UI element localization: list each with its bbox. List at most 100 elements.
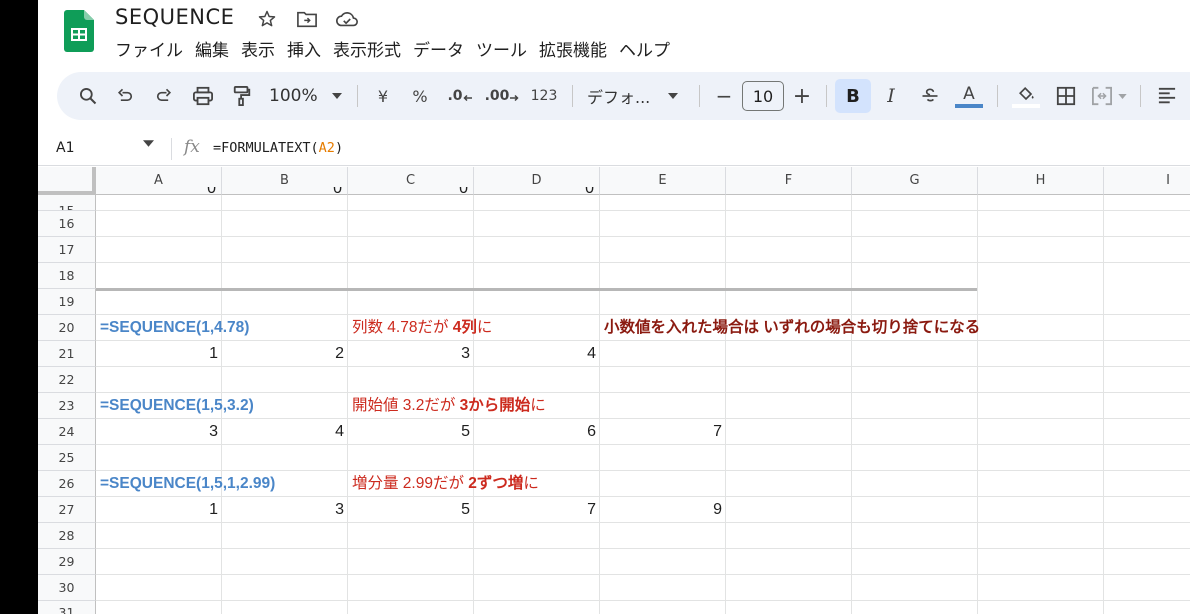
decrease-decimal-button[interactable]: .0 [440, 79, 480, 113]
note-text: に [523, 475, 539, 492]
row-header-25[interactable]: 25 [38, 445, 96, 471]
cell-c15[interactable]: 0 [348, 187, 468, 199]
cell-c27[interactable]: 5 [348, 499, 470, 521]
menu-view[interactable]: 表示 [241, 36, 285, 61]
row-header-16[interactable]: 16 [38, 211, 96, 237]
spreadsheet-grid[interactable]: A B C D E F G H I 15 16 17 18 19 20 21 2… [38, 167, 1190, 614]
increase-decimal-button[interactable]: .00 [480, 79, 524, 113]
row-header-31[interactable]: 31 [38, 601, 96, 614]
cell-c20[interactable]: 列数 4.78だが 4列に [352, 317, 492, 339]
row-header-30[interactable]: 30 [38, 575, 96, 601]
frozen-rows-divider[interactable] [96, 288, 977, 291]
cell-a23[interactable]: =SEQUENCE(1,5,3.2) [100, 395, 254, 417]
cell-c24[interactable]: 5 [348, 421, 470, 443]
menu-extensions[interactable]: 拡張機能 [539, 36, 617, 61]
cell-e24[interactable]: 7 [600, 421, 722, 443]
fill-color-icon[interactable] [1006, 79, 1046, 113]
column-header-i[interactable]: I [1104, 167, 1190, 195]
cell-c21[interactable]: 3 [348, 343, 470, 365]
chevron-down-icon[interactable] [143, 140, 154, 147]
document-title[interactable]: SEQUENCE [115, 5, 234, 29]
cell-a24[interactable]: 3 [96, 421, 218, 443]
cell-b27[interactable]: 3 [222, 499, 344, 521]
font-select[interactable]: デフォ... [581, 79, 691, 113]
cell-b21[interactable]: 2 [222, 343, 344, 365]
chevron-down-icon [1118, 93, 1127, 99]
row-header-21[interactable]: 21 [38, 341, 96, 367]
grid-line [96, 470, 1190, 471]
increase-font-size-button[interactable]: + [786, 79, 818, 113]
font-size-input[interactable]: 10 [742, 81, 784, 111]
cell-e27[interactable]: 9 [600, 499, 722, 521]
cell-d27[interactable]: 7 [474, 499, 596, 521]
search-icon[interactable] [71, 79, 105, 113]
text-color-letter: A [963, 83, 975, 104]
column-header-e[interactable]: E [600, 167, 726, 195]
paint-format-icon[interactable] [223, 79, 261, 113]
cell-d21[interactable]: 4 [474, 343, 596, 365]
cell-d15[interactable]: 0 [474, 187, 594, 199]
menu-insert[interactable]: 挿入 [287, 36, 331, 61]
align-left-icon[interactable] [1149, 79, 1185, 113]
row-header-27[interactable]: 27 [38, 497, 96, 523]
text-color-button[interactable]: A [949, 79, 989, 113]
row-header-20[interactable]: 20 [38, 315, 96, 341]
row-header-26[interactable]: 26 [38, 471, 96, 497]
star-icon[interactable] [254, 7, 280, 31]
cell-e20[interactable]: 小数値を入れた場合は いずれの場合も切り捨てになる [604, 317, 980, 339]
row-header-19[interactable]: 19 [38, 289, 96, 315]
row-header-29[interactable]: 29 [38, 549, 96, 575]
strikethrough-icon[interactable] [911, 79, 949, 113]
row-header-22[interactable]: 22 [38, 367, 96, 393]
cloud-status-icon[interactable] [334, 7, 360, 31]
cell-a21[interactable]: 1 [96, 343, 218, 365]
menu-format[interactable]: 表示形式 [333, 36, 411, 61]
cell-a27[interactable]: 1 [96, 499, 218, 521]
menu-edit[interactable]: 編集 [195, 36, 239, 61]
row-header-17[interactable]: 17 [38, 237, 96, 263]
row-header-23[interactable]: 23 [38, 393, 96, 419]
sheets-logo-icon[interactable] [64, 10, 94, 52]
menu-tools[interactable]: ツール [476, 36, 537, 61]
decrease-font-size-button[interactable]: − [708, 79, 740, 113]
italic-button[interactable]: I [871, 79, 911, 113]
cell-b15[interactable]: 0 [222, 187, 342, 199]
percent-button[interactable]: % [400, 79, 440, 113]
redo-icon[interactable] [145, 79, 183, 113]
cell-b24[interactable]: 4 [222, 421, 344, 443]
increase-decimal-label: .00 [484, 88, 510, 104]
column-header-f[interactable]: F [726, 167, 852, 195]
cell-c26[interactable]: 増分量 2.99だが 2ずつ増に [352, 473, 539, 495]
column-header-h[interactable]: H [978, 167, 1104, 195]
note-emphasis: 3から開始 [459, 397, 531, 414]
formula-input[interactable]: =FORMULATEXT(A2) [213, 140, 343, 156]
row-header-24[interactable]: 24 [38, 419, 96, 445]
grid-line [96, 574, 1190, 575]
menu-help[interactable]: ヘルプ [619, 36, 680, 61]
grid-line [977, 195, 978, 614]
borders-icon[interactable] [1046, 79, 1086, 113]
row-header-15[interactable]: 15 [38, 195, 96, 211]
bold-button[interactable]: B [835, 79, 871, 113]
menu-data[interactable]: データ [413, 36, 474, 61]
cell-c23[interactable]: 開始値 3.2だが 3から開始に [352, 395, 546, 417]
note-text: 開始値 3.2だが [352, 397, 460, 414]
currency-button[interactable]: ¥ [366, 79, 400, 113]
row-header-18[interactable]: 18 [38, 263, 96, 289]
row-header-28[interactable]: 28 [38, 523, 96, 549]
number-format-button[interactable]: 123 [524, 79, 564, 113]
select-all-corner[interactable] [38, 167, 96, 195]
undo-icon[interactable] [105, 79, 145, 113]
merge-cells-icon[interactable] [1086, 79, 1132, 113]
cell-a26[interactable]: =SEQUENCE(1,5,1,2.99) [100, 473, 275, 495]
cell-d24[interactable]: 6 [474, 421, 596, 443]
print-icon[interactable] [183, 79, 223, 113]
cell-a20[interactable]: =SEQUENCE(1,4.78) [100, 317, 249, 339]
column-header-g[interactable]: G [852, 167, 978, 195]
cell-a15[interactable]: 0 [96, 187, 216, 199]
menu-file[interactable]: ファイル [115, 36, 193, 61]
name-box[interactable]: A1 [56, 140, 74, 156]
move-folder-icon[interactable] [294, 7, 320, 31]
zoom-select[interactable]: 100% [261, 79, 349, 113]
grid-line [851, 195, 852, 614]
